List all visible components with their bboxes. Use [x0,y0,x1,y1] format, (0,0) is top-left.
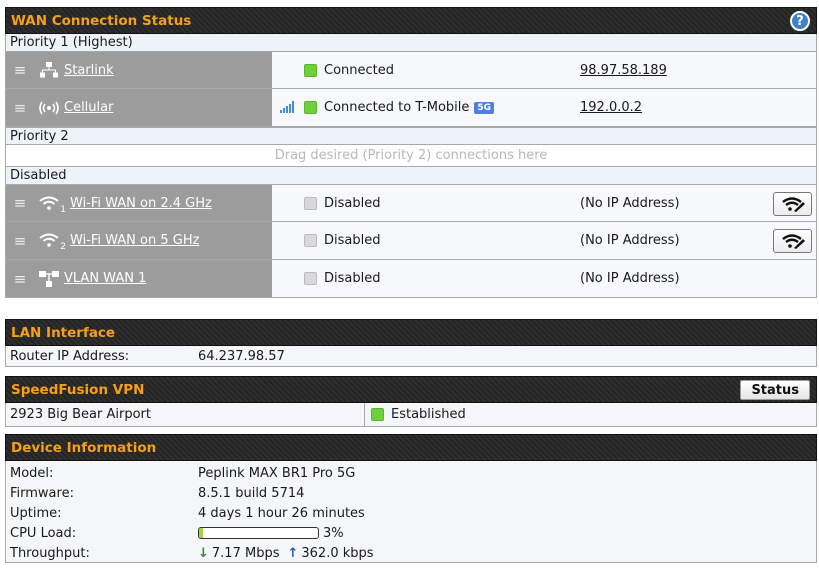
ethernet-icon [34,62,64,78]
wan-status-text: Connected [324,62,395,78]
cpu-label: CPU Load: [10,525,77,541]
status-indicator [304,272,317,285]
lan-panel: LAN Interface Router IP Address: 64.237.… [5,319,817,367]
wifi-pen-icon [781,197,805,212]
wan-link-vlan[interactable]: VLAN WAN 1 [64,271,146,286]
wan-title: WAN Connection Status [11,12,192,29]
wan-status-text: Connected to T-Mobile [324,100,470,115]
uptime-label: Uptime: [10,505,62,521]
drag-handle-icon[interactable]: ≡ [6,194,34,212]
cpu-load-bar [198,527,319,539]
wan-row-wifi-5: ≡ 2 Wi-Fi WAN on 5 GHz Disabled (No IP A… [5,222,817,260]
wan-link-starlink[interactable]: Starlink [64,63,114,78]
download-arrow-icon: ↓ [198,545,209,561]
wifi-icon: 2 [34,233,66,252]
cpu-load-text: 3% [323,525,344,541]
priority-2-drop-zone[interactable]: Drag desired (Priority 2) connections he… [5,144,817,167]
model-label: Model: [10,465,54,481]
wan-link-wifi-5[interactable]: Wi-Fi WAN on 5 GHz [70,233,199,248]
wan-ip-text: (No IP Address) [580,271,680,286]
wan-ip-link[interactable]: 192.0.0.2 [580,100,642,115]
wan-ip-link[interactable]: 98.97.58.189 [580,63,667,78]
status-button[interactable]: Status [740,380,810,400]
status-indicator [304,63,317,77]
wan-status-text: Disabled [324,233,381,248]
drag-handle-icon[interactable]: ≡ [6,270,34,288]
upload-rate: 362.0 kbps [301,545,374,561]
wifi-scan-button[interactable] [773,192,812,216]
model-row: Model: Peplink MAX BR1 Pro 5G [6,463,816,483]
wifi-pen-icon [781,234,805,249]
speedfusion-peer-row: 2923 Big Bear Airport Established [5,403,817,427]
device-title: Device Information [11,439,157,456]
model-value: Peplink MAX BR1 Pro 5G [198,465,356,481]
wan-link-cellular[interactable]: Cellular [64,100,113,115]
wan-row-vlan: ≡ VLAN WAN 1 Disabled (No IP Address) [5,260,817,298]
speedfusion-panel: SpeedFusion VPN Status 2923 Big Bear Air… [5,376,817,427]
throughput-label: Throughput: [10,545,90,561]
disabled-label: Disabled [5,167,817,184]
firmware-row: Firmware: 8.5.1 build 5714 [6,483,816,503]
drag-handle-icon[interactable]: ≡ [6,232,34,250]
status-indicator [304,234,317,247]
speedfusion-title: SpeedFusion VPN [11,381,145,398]
status-indicator [371,408,384,421]
wifi-radio-number: 1 [60,204,66,215]
lan-title: LAN Interface [11,324,116,341]
wan-status-text: Disabled [324,271,381,286]
status-indicator [304,196,317,210]
download-rate: 7.17 Mbps [211,545,280,561]
wan-status-text: Disabled [324,195,381,211]
firmware-value: 8.5.1 build 5714 [198,485,305,501]
speedfusion-header: SpeedFusion VPN Status [5,376,817,403]
cellular-icon [34,101,64,115]
help-icon[interactable]: ? [790,11,810,31]
wan-row-starlink: ≡ Starlink Connected 98.97.58.189 [5,51,817,89]
device-info-panel: Device Information Model: Peplink MAX BR… [5,434,817,563]
5g-badge: 5G [474,101,495,114]
lan-header: LAN Interface [5,319,817,346]
router-ip-value: 64.237.98.57 [198,348,285,364]
cpu-load-fill [199,528,203,538]
wifi-radio-number: 2 [60,242,66,252]
wan-ip-text: (No IP Address) [580,195,680,211]
uptime-value: 4 days 1 hour 26 minutes [198,505,365,521]
priority-2-label: Priority 2 [5,127,817,144]
drag-handle-icon[interactable]: ≡ [6,61,34,79]
throughput-row: Throughput: ↓ 7.17 Mbps ↑ 362.0 kbps [6,543,816,563]
speedfusion-state: Established [391,407,466,422]
uptime-row: Uptime: 4 days 1 hour 26 minutes [6,503,816,523]
vlan-icon [34,270,64,287]
wan-link-wifi-24[interactable]: Wi-Fi WAN on 2.4 GHz [70,196,212,211]
drag-handle-icon[interactable]: ≡ [6,99,34,117]
speedfusion-peer-name: 2923 Big Bear Airport [6,403,365,426]
wan-status-panel: WAN Connection Status ? Priority 1 (High… [5,7,817,298]
wan-header: WAN Connection Status ? [5,7,817,34]
wan-ip-text: (No IP Address) [580,233,680,248]
firmware-label: Firmware: [10,485,74,501]
wifi-scan-button[interactable] [773,229,812,253]
signal-bars-icon [280,101,294,113]
wan-row-cellular: ≡ Cellular Connected to T-Mobile 5G 192.… [5,89,817,127]
wifi-icon: 1 [34,196,66,215]
status-indicator [304,101,317,114]
wan-row-wifi-24: ≡ 1 Wi-Fi WAN on 2.4 GHz Disabled (No IP… [5,184,817,222]
device-header: Device Information [5,434,817,461]
router-ip-label: Router IP Address: [10,348,130,364]
priority-1-label: Priority 1 (Highest) [5,34,817,51]
router-ip-row: Router IP Address: 64.237.98.57 [6,346,816,366]
cpu-row: CPU Load: 3% [6,523,816,543]
upload-arrow-icon: ↑ [287,545,299,561]
